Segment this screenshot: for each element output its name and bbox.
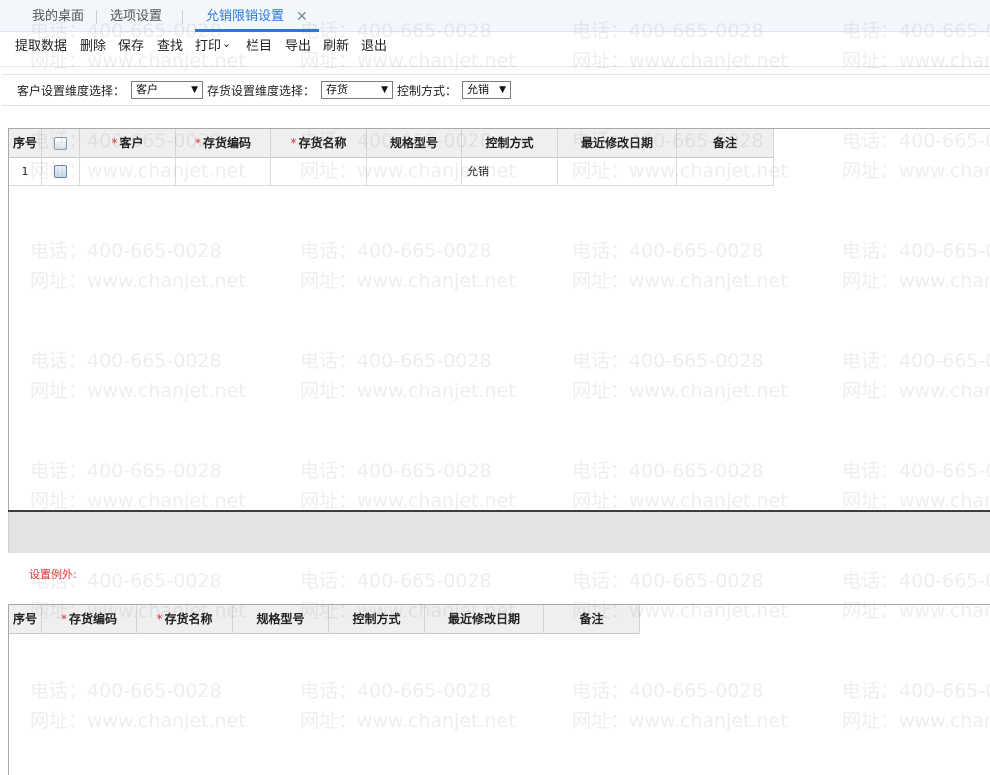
exception-grid-header: 序号 *存货编码 *存货名称 规格型号 控制方式 最近修改日期 备注 [9,605,640,634]
col-inventory-code-label: 存货编码 [69,612,117,626]
col-inventory-name[interactable]: *存货名称 [137,605,233,634]
tab-option-settings[interactable]: 选项设置 [110,0,162,32]
find-button[interactable]: 查找 [157,38,183,56]
col-control-mode[interactable]: 控制方式 [329,605,425,634]
col-inventory-name-label: 存货名称 [164,612,212,626]
cell-last-modified [558,158,677,186]
cell-note[interactable] [677,158,774,186]
refresh-button[interactable]: 刷新 [323,38,349,56]
tab-sales-restriction-settings[interactable]: 允销限销设置 [206,0,284,32]
exit-button[interactable]: 退出 [361,38,387,56]
dropdown-arrow-icon: ▼ [191,82,198,98]
cell-spec[interactable] [367,158,462,186]
cell-inventory-name[interactable] [271,158,367,186]
active-tab-indicator [195,29,319,32]
control-mode-label: 控制方式： [397,82,457,100]
col-spec[interactable]: 规格型号 [233,605,329,634]
tab-bar: 我的桌面 选项设置 允销限销设置 ✕ [0,0,990,32]
toolbar-divider [0,66,990,67]
customer-dimension-select[interactable]: 客户 ▼ [131,81,203,99]
col-control-mode[interactable]: 控制方式 [462,129,558,158]
col-inventory-code[interactable]: *存货编码 [176,129,271,158]
col-inventory-code[interactable]: *存货编码 [42,605,137,634]
exception-grid: 序号 *存货编码 *存货名称 规格型号 控制方式 最近修改日期 备注 [8,604,990,775]
watermark-phone: 电话：400-665-0028 [300,566,516,596]
watermark-phone: 电话：400-665-0028 [572,566,788,596]
inventory-dimension-value: 存货 [326,83,348,96]
tab-my-desktop[interactable]: 我的桌面 [32,0,84,32]
control-mode-select[interactable]: 允销 ▼ [462,81,511,99]
customer-dimension-value: 客户 [136,83,158,96]
col-spec[interactable]: 规格型号 [367,129,462,158]
cell-control-mode[interactable]: 允销 [462,158,558,186]
col-inventory-name-label: 存货名称 [298,136,346,150]
cell-select [42,158,80,186]
col-note[interactable]: 备注 [677,129,774,158]
fetch-data-button[interactable]: 提取数据 [15,38,67,56]
chevron-down-icon: ⌄ [222,37,231,50]
cell-customer[interactable] [80,158,176,186]
required-mark: * [61,612,67,626]
export-button[interactable]: 导出 [285,38,311,56]
col-customer-label: 客户 [119,136,143,150]
col-last-modified[interactable]: 最近修改日期 [425,605,544,634]
col-inventory-code-label: 存货编码 [203,136,251,150]
inventory-dimension-label: 存货设置维度选择： [207,82,315,100]
print-label: 打印 [195,39,221,54]
required-mark: * [195,136,201,150]
dropdown-arrow-icon: ▼ [381,82,388,98]
row-checkbox[interactable] [54,165,67,178]
tab-divider [182,10,183,24]
tab-divider [96,10,97,24]
print-button[interactable]: 打印⌄ [195,38,231,56]
control-mode-value: 允销 [467,83,489,96]
toolbar: 提取数据 删除 保存 查找 打印⌄ 栏目 导出 刷新 退出 [0,34,990,62]
cell-inventory-code[interactable] [176,158,271,186]
rule-grid-footer [8,512,990,553]
select-all-checkbox[interactable] [54,137,67,150]
col-customer[interactable]: *客户 [80,129,176,158]
delete-button[interactable]: 删除 [80,38,106,56]
required-mark: * [290,136,296,150]
close-icon[interactable]: ✕ [296,0,308,32]
required-mark: * [111,136,117,150]
save-button[interactable]: 保存 [118,38,144,56]
rule-grid: 序号 *客户 *存货编码 *存货名称 规格型号 控制方式 最近修改日期 备注 1… [8,128,990,512]
table-row[interactable]: 1 允销 [9,158,774,186]
col-seq: 序号 [9,129,42,158]
exception-settings-label: 设置例外: [29,567,77,583]
required-mark: * [156,612,162,626]
col-inventory-name[interactable]: *存货名称 [271,129,367,158]
cell-seq: 1 [9,158,42,186]
inventory-dimension-select[interactable]: 存货 ▼ [321,81,393,99]
col-last-modified[interactable]: 最近修改日期 [558,129,677,158]
watermark-phone: 电话：400-665-0028 [842,566,990,596]
col-seq: 序号 [9,605,42,634]
col-note[interactable]: 备注 [544,605,640,634]
col-select-all [42,129,80,158]
columns-button[interactable]: 栏目 [246,38,272,56]
dropdown-arrow-icon: ▼ [499,82,506,98]
rule-grid-header: 序号 *客户 *存货编码 *存货名称 规格型号 控制方式 最近修改日期 备注 [9,129,774,158]
customer-dimension-label: 客户设置维度选择： [17,82,125,100]
